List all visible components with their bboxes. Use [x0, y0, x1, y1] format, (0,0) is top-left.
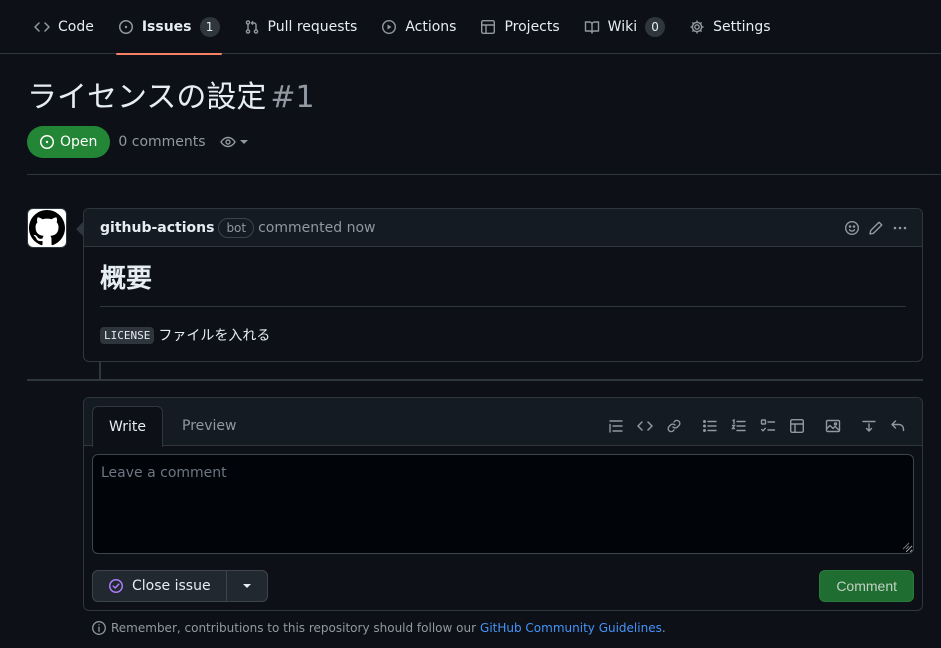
tab-pull-requests-label: Pull requests	[267, 18, 358, 35]
tab-actions-label: Actions	[405, 18, 457, 35]
tab-write[interactable]: Write	[92, 406, 163, 447]
tasklist-icon[interactable]	[760, 418, 776, 434]
tab-settings-label: Settings	[713, 18, 771, 35]
issue-number: #1	[270, 80, 315, 115]
comment-count: 0 comments	[118, 134, 206, 150]
watch-dropdown[interactable]	[219, 134, 248, 150]
code-icon[interactable]	[637, 418, 653, 434]
comment-card: github-actions bot commented now 概要 LICE…	[76, 208, 923, 362]
heading-icon[interactable]	[608, 418, 624, 434]
issue-closed-icon	[109, 579, 123, 593]
caret-down-icon	[239, 140, 248, 144]
comment-heading: 概要	[100, 261, 906, 307]
issue-meta: Open 0 comments	[27, 126, 248, 158]
tab-code[interactable]: Code	[24, 0, 104, 54]
tab-pull-requests[interactable]: Pull requests	[234, 0, 368, 54]
caret-down-icon	[242, 584, 251, 588]
table-icon	[481, 19, 496, 34]
comment-paragraph: LICENSE ファイルを入れる	[100, 325, 906, 345]
issue-title-text: ライセンスの設定	[27, 80, 267, 115]
header-divider	[27, 174, 941, 175]
issue-opened-icon	[40, 135, 54, 149]
community-guidelines-link[interactable]: GitHub Community Guidelines	[480, 621, 662, 635]
github-mark-icon	[29, 210, 65, 246]
play-icon	[382, 19, 397, 34]
status-badge-label: Open	[60, 134, 98, 150]
tab-wiki[interactable]: Wiki 0	[574, 0, 675, 54]
table-icon[interactable]	[789, 418, 805, 434]
tab-wiki-label: Wiki	[607, 18, 638, 35]
close-issue-label: Close issue	[132, 578, 211, 594]
repo-nav: Code Issues 1 Pull requests Actions Proj…	[0, 0, 941, 55]
gear-icon	[690, 20, 704, 33]
smiley-icon[interactable]	[844, 220, 860, 236]
tab-actions[interactable]: Actions	[371, 0, 466, 54]
comment-text: ファイルを入れる	[158, 328, 271, 344]
unordered-list-icon[interactable]	[702, 418, 718, 434]
tab-code-label: Code	[58, 18, 94, 35]
timeline-divider	[27, 379, 923, 381]
guidelines-suffix: .	[661, 621, 666, 635]
mention-dropdown-icon[interactable]	[861, 418, 877, 434]
eye-icon	[219, 136, 236, 148]
tab-projects[interactable]: Projects	[470, 0, 569, 54]
image-icon[interactable]	[825, 418, 841, 434]
tab-preview[interactable]: Preview	[166, 406, 253, 447]
comment-submit-button[interactable]: Comment	[819, 570, 914, 602]
pencil-icon[interactable]	[868, 220, 884, 236]
tab-projects-label: Projects	[504, 18, 560, 35]
undo-icon[interactable]	[890, 418, 906, 434]
close-issue-group: Close issue	[92, 570, 268, 602]
new-comment-form: Write Preview Close issue Comment	[83, 397, 923, 611]
ordered-list-icon[interactable]	[731, 418, 747, 434]
close-issue-button[interactable]: Close issue	[92, 570, 227, 602]
tab-settings[interactable]: Settings	[679, 0, 780, 54]
link-icon[interactable]	[666, 418, 682, 434]
bot-badge: bot	[218, 217, 255, 238]
close-issue-dropdown[interactable]	[226, 570, 268, 602]
git-pull-request-icon	[245, 19, 258, 34]
info-icon	[92, 621, 106, 635]
comment-body: 概要 LICENSE ファイルを入れる	[84, 247, 922, 345]
markdown-toolbar	[595, 418, 906, 434]
issue-opened-icon	[118, 19, 133, 34]
comment-header: github-actions bot commented now	[84, 209, 922, 247]
code-icon	[34, 21, 50, 32]
book-icon	[584, 20, 599, 34]
editor-tabbar: Write Preview	[84, 398, 922, 447]
issues-count-badge: 1	[199, 16, 220, 37]
inline-code: LICENSE	[100, 326, 155, 344]
tab-issues-label: Issues	[141, 18, 192, 35]
issue-title: ライセンスの設定 #1	[27, 78, 315, 118]
kebab-horizontal-icon[interactable]	[892, 220, 908, 236]
status-badge: Open	[27, 126, 111, 158]
timeline-connector	[99, 362, 101, 379]
wiki-count-badge: 0	[645, 16, 666, 37]
comment-author[interactable]: github-actions	[100, 220, 214, 236]
tab-issues[interactable]: Issues 1	[108, 0, 230, 55]
comment-textarea[interactable]	[92, 454, 914, 554]
avatar[interactable]	[27, 208, 67, 248]
guidelines-note: Remember, contributions to this reposito…	[91, 619, 666, 637]
comment-actions	[836, 220, 908, 236]
comment-timestamp[interactable]: commented now	[258, 220, 375, 236]
guidelines-text: Remember, contributions to this reposito…	[111, 621, 477, 635]
